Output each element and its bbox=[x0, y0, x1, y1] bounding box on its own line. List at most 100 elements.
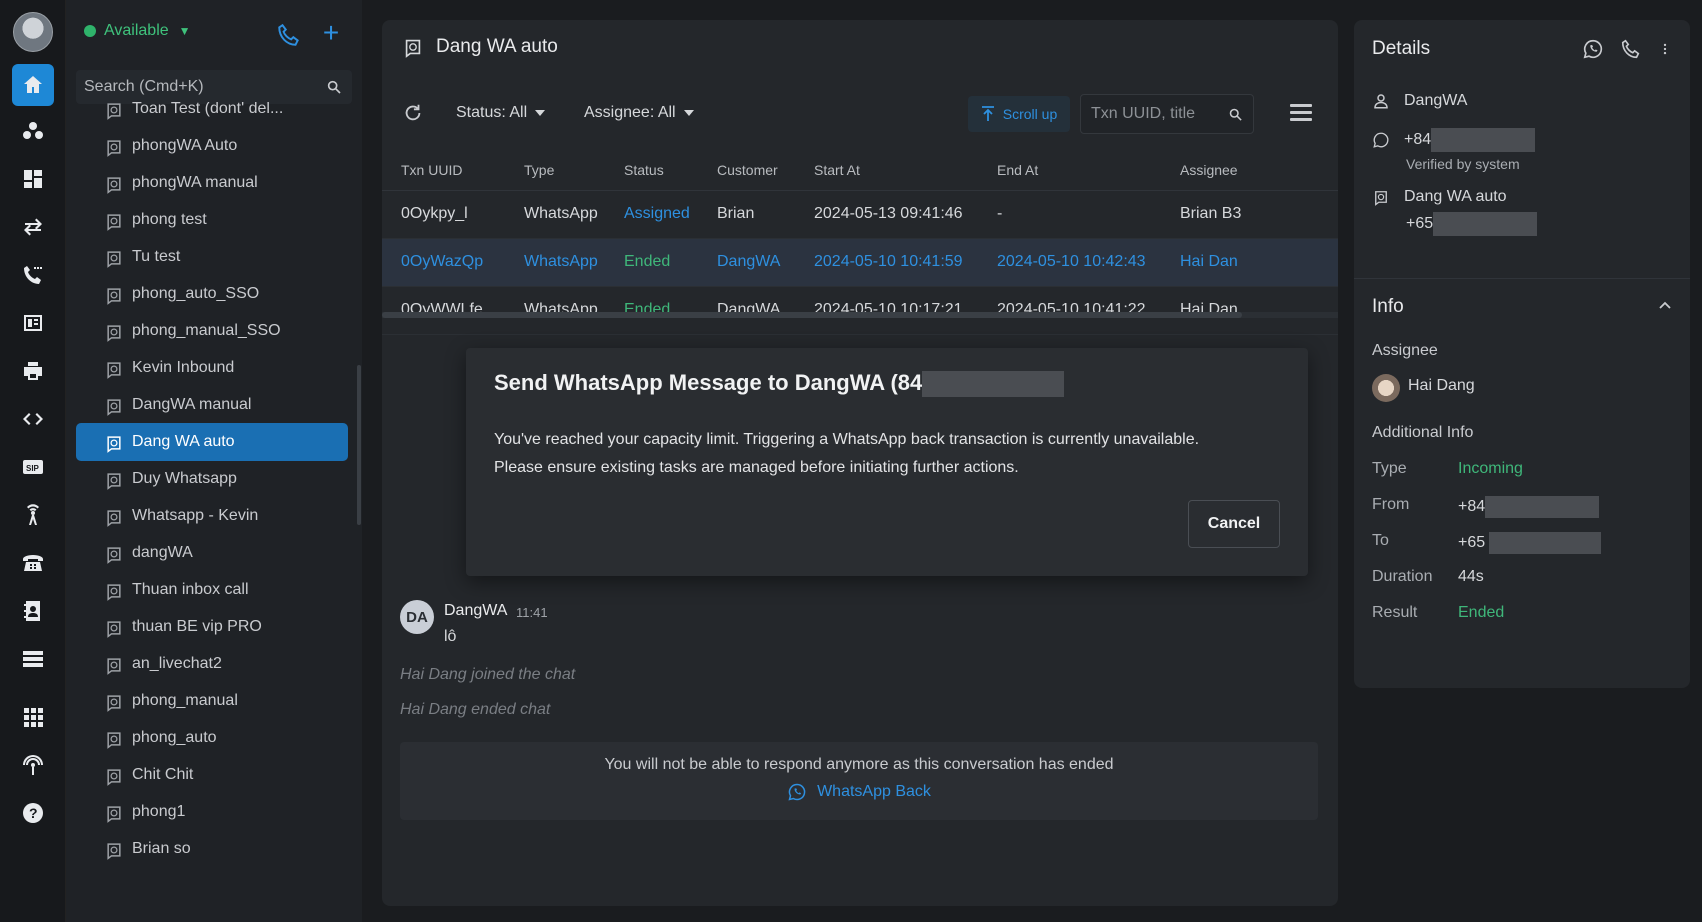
col-txn-uuid[interactable]: Txn UUID bbox=[382, 150, 524, 191]
list-item[interactable]: phong_auto_SSO bbox=[76, 275, 348, 313]
transfer-icon[interactable] bbox=[12, 206, 54, 248]
list-icon[interactable] bbox=[12, 638, 54, 680]
phone-icon[interactable] bbox=[276, 22, 302, 48]
cell-customer: Brian bbox=[717, 190, 814, 239]
contacts-icon[interactable] bbox=[12, 590, 54, 632]
whatsapp-inbox-icon bbox=[405, 39, 421, 58]
list-item[interactable]: phongWA manual bbox=[76, 164, 348, 202]
from-value: +84 bbox=[1458, 496, 1600, 518]
dialog-line-2: Please ensure existing tasks are managed… bbox=[494, 459, 1019, 476]
list-item[interactable]: an_livechat2 bbox=[76, 645, 348, 683]
list-item[interactable]: phong test bbox=[76, 201, 348, 239]
table-header-row: Txn UUID Type Status Customer Start At E… bbox=[382, 150, 1338, 191]
apps-grid-icon[interactable] bbox=[12, 696, 54, 738]
list-item[interactable]: DangWA manual bbox=[76, 386, 348, 424]
list-item[interactable]: Kevin Inbound bbox=[76, 349, 348, 387]
call-log-icon[interactable] bbox=[12, 254, 54, 296]
whatsapp-icon[interactable] bbox=[1582, 38, 1604, 60]
list-item-selected[interactable]: Dang WA auto bbox=[76, 423, 348, 461]
table-row-selected[interactable]: 0OyWazQp WhatsApp Ended DangWA 2024-05-1… bbox=[382, 238, 1338, 287]
add-icon[interactable]: + bbox=[318, 19, 344, 47]
cell-type: WhatsApp bbox=[524, 286, 624, 335]
list-item[interactable]: phong_auto bbox=[76, 719, 348, 757]
list-item[interactable]: thuan BE vip PRO bbox=[76, 608, 348, 646]
cell-assignee: Hai Dan bbox=[1180, 238, 1338, 287]
verified-text: Verified by system bbox=[1406, 156, 1520, 172]
team-icon[interactable] bbox=[12, 110, 54, 152]
type-value: Incoming bbox=[1458, 460, 1523, 477]
col-customer[interactable]: Customer bbox=[717, 150, 814, 191]
list-item[interactable]: phong1 bbox=[76, 793, 348, 831]
col-status[interactable]: Status bbox=[624, 150, 717, 191]
scroll-up-button[interactable]: Scroll up bbox=[968, 96, 1070, 132]
whatsapp-inbox-icon bbox=[107, 843, 121, 860]
conversation-ended-banner: You will not be able to respond anymore … bbox=[400, 742, 1318, 820]
search-icon[interactable] bbox=[1228, 107, 1243, 122]
user-avatar[interactable] bbox=[13, 12, 53, 52]
status-selector[interactable]: Available ▼ bbox=[84, 22, 191, 40]
channel-row: Dang WA auto bbox=[1372, 188, 1507, 206]
sidebar-scrollbar[interactable] bbox=[357, 365, 361, 525]
divider bbox=[1354, 278, 1690, 279]
dialog-title-text: Send WhatsApp Message to DangWA (84 bbox=[494, 370, 923, 395]
table-scrollbar[interactable] bbox=[382, 312, 1338, 318]
col-type[interactable]: Type bbox=[524, 150, 624, 191]
message-time: 11:41 bbox=[516, 605, 548, 620]
reports-icon[interactable] bbox=[12, 302, 54, 344]
user-icon bbox=[1374, 94, 1388, 109]
list-item[interactable]: phong_manual_SSO bbox=[76, 312, 348, 350]
whatsapp-inbox-icon bbox=[107, 806, 121, 823]
broadcast-icon[interactable] bbox=[12, 494, 54, 536]
cell-status: Ended bbox=[624, 238, 717, 287]
dashboard-icon[interactable] bbox=[12, 158, 54, 200]
list-item-label: phong_auto_SSO bbox=[132, 285, 260, 302]
chevron-up-icon[interactable] bbox=[1658, 298, 1672, 312]
list-item[interactable]: Thuan inbox call bbox=[76, 571, 348, 609]
list-item-label: thuan BE vip PRO bbox=[132, 618, 262, 635]
search-icon[interactable] bbox=[326, 79, 342, 95]
list-item[interactable]: Duy Whatsapp bbox=[76, 460, 348, 498]
refresh-icon[interactable] bbox=[402, 102, 424, 124]
assignee-filter[interactable]: Assignee: All bbox=[584, 104, 694, 122]
code-icon[interactable] bbox=[12, 398, 54, 440]
page-title-text: Dang WA auto bbox=[436, 36, 558, 57]
whatsapp-inbox-icon bbox=[107, 584, 121, 601]
list-item[interactable]: phongWA Auto bbox=[76, 127, 348, 165]
nav-rail: SIP ? bbox=[0, 0, 66, 922]
help-icon[interactable]: ? bbox=[12, 792, 54, 834]
desk-phone-icon[interactable] bbox=[12, 542, 54, 584]
status-filter[interactable]: Status: All bbox=[456, 104, 546, 122]
list-item[interactable]: Tu test bbox=[76, 238, 348, 276]
printer-icon[interactable] bbox=[12, 350, 54, 392]
whatsapp-inbox-icon bbox=[107, 473, 121, 490]
whatsapp-inbox-icon bbox=[107, 695, 121, 712]
txn-search-input[interactable] bbox=[1081, 95, 1221, 133]
more-vertical-icon[interactable] bbox=[1658, 38, 1672, 60]
list-item[interactable]: phong_manual bbox=[76, 682, 348, 720]
list-item[interactable]: Brian so bbox=[76, 830, 348, 868]
cancel-button[interactable]: Cancel bbox=[1188, 500, 1280, 548]
list-item[interactable]: Toan Test (dont' del... bbox=[76, 102, 348, 128]
whatsapp-icon bbox=[1373, 132, 1389, 148]
list-item[interactable]: Chit Chit bbox=[76, 756, 348, 794]
col-start-at[interactable]: Start At bbox=[814, 150, 997, 191]
signal-icon[interactable] bbox=[12, 744, 54, 786]
phone-icon[interactable] bbox=[1620, 38, 1642, 60]
menu-icon[interactable] bbox=[1290, 104, 1312, 122]
list-item[interactable]: Whatsapp - Kevin bbox=[76, 497, 348, 535]
cell-uuid: 0OyWazQp bbox=[382, 238, 524, 287]
whatsapp-icon bbox=[788, 783, 806, 801]
caret-down-icon bbox=[535, 110, 546, 116]
to-key: To bbox=[1372, 532, 1389, 549]
list-item[interactable]: dangWA bbox=[76, 534, 348, 572]
search-input[interactable] bbox=[76, 70, 306, 104]
col-end-at[interactable]: End At bbox=[997, 150, 1180, 191]
whatsapp-back-button[interactable]: WhatsApp Back bbox=[400, 782, 1318, 802]
col-assignee[interactable]: Assignee bbox=[1180, 150, 1338, 191]
sip-icon[interactable]: SIP bbox=[12, 446, 54, 488]
home-icon[interactable] bbox=[12, 64, 54, 106]
assignee-label: Assignee bbox=[1372, 342, 1438, 359]
whatsapp-inbox-icon bbox=[107, 177, 121, 194]
table-row[interactable]: 0Oykpy_l WhatsApp Assigned Brian 2024-05… bbox=[382, 190, 1338, 239]
table-row[interactable]: 0OyWWLfe WhatsApp Ended DangWA 2024-05-1… bbox=[382, 286, 1338, 335]
